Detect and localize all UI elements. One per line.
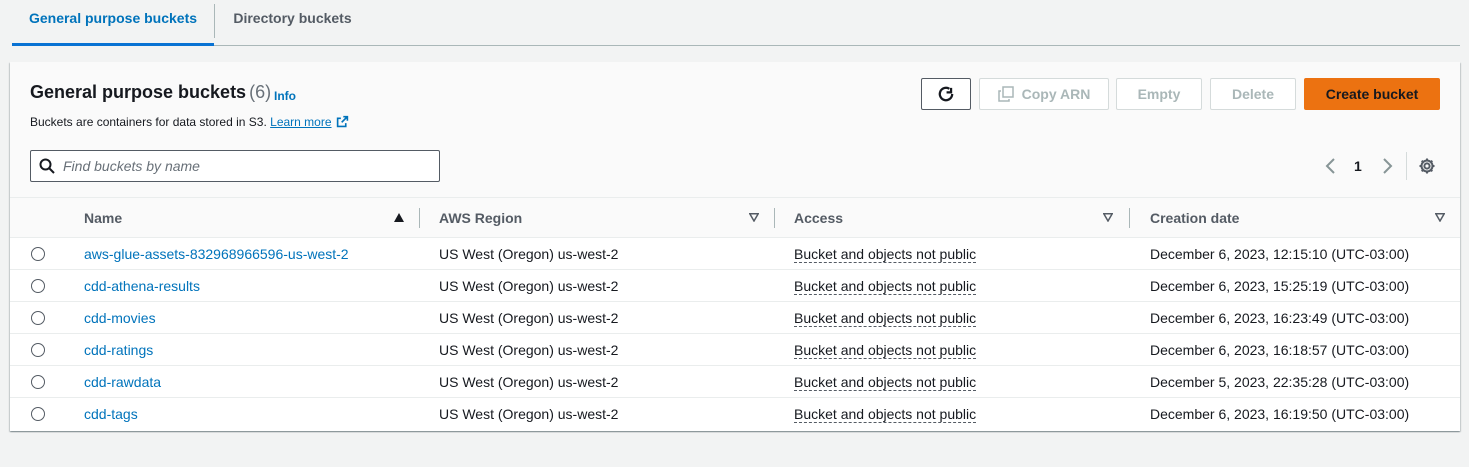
page-number[interactable]: 1 (1354, 158, 1362, 174)
region-cell: US West (Oregon) us-west-2 (439, 342, 619, 358)
access-status[interactable]: Bucket and objects not public (794, 374, 977, 391)
column-divider[interactable] (774, 208, 775, 228)
creation-date-cell: December 6, 2023, 16:23:49 (UTC-03:00) (1150, 310, 1410, 326)
row-select-radio[interactable] (31, 311, 45, 325)
panel-header: General purpose buckets (6) Info Buckets … (10, 62, 1460, 198)
learn-more-link[interactable]: Learn more (270, 115, 348, 129)
region-cell: US West (Oregon) us-west-2 (439, 278, 619, 294)
creation-date-cell: December 6, 2023, 15:25:19 (UTC-03:00) (1150, 278, 1410, 294)
access-cell: Bucket and objects not public (794, 238, 977, 270)
column-divider[interactable] (1129, 208, 1130, 228)
table-header: Name AWS Region Access Creation date (10, 198, 1460, 238)
column-header-creation-date[interactable]: Creation date (1150, 198, 1239, 238)
bucket-name-cell: cdd-athena-results (84, 270, 200, 302)
create-bucket-button[interactable]: Create bucket (1304, 78, 1440, 110)
bucket-type-tabs: General purpose buckets Directory bucket… (12, 0, 1460, 46)
buckets-table-body: aws-glue-assets-832968966596-us-west-2 U… (10, 238, 1460, 430)
access-cell: Bucket and objects not public (794, 302, 977, 334)
tab-general-purpose-buckets[interactable]: General purpose buckets (12, 0, 214, 46)
copy-icon (997, 86, 1014, 102)
access-cell: Bucket and objects not public (794, 398, 977, 430)
sort-caret-icon[interactable] (749, 213, 759, 222)
row-select-radio[interactable] (31, 407, 45, 421)
copy-arn-label: Copy ARN (1021, 86, 1091, 102)
region-cell: US West (Oregon) us-west-2 (439, 406, 619, 422)
tab-directory-buckets[interactable]: Directory buckets (214, 4, 370, 38)
bucket-name-cell: aws-glue-assets-832968966596-us-west-2 (84, 238, 349, 270)
delete-button[interactable]: Delete (1210, 78, 1296, 110)
table-row: cdd-rawdata US West (Oregon) us-west-2 B… (10, 366, 1460, 398)
page-title: General purpose buckets (6) (30, 82, 271, 103)
creation-date-cell: December 6, 2023, 16:18:57 (UTC-03:00) (1150, 342, 1410, 358)
creation-date-cell: December 6, 2023, 12:15:10 (UTC-03:00) (1150, 246, 1410, 262)
bucket-name-link[interactable]: cdd-ratings (84, 342, 153, 358)
chevron-left-icon[interactable] (1324, 157, 1338, 175)
sort-caret-icon[interactable] (1103, 213, 1113, 222)
description-text: Buckets are containers for data stored i… (30, 115, 267, 129)
creation-date-cell: December 5, 2023, 22:35:28 (UTC-03:00) (1150, 374, 1410, 390)
info-link[interactable]: Info (274, 89, 296, 103)
access-cell: Bucket and objects not public (794, 334, 977, 366)
table-row: cdd-movies US West (Oregon) us-west-2 Bu… (10, 302, 1460, 334)
column-divider[interactable] (419, 208, 420, 228)
access-status[interactable]: Bucket and objects not public (794, 278, 977, 295)
search-icon (39, 158, 55, 174)
bucket-name-link[interactable]: cdd-movies (84, 310, 156, 326)
row-select-radio[interactable] (31, 247, 45, 261)
access-status[interactable]: Bucket and objects not public (794, 342, 977, 359)
gear-icon[interactable] (1418, 157, 1436, 175)
bucket-name-link[interactable]: aws-glue-assets-832968966596-us-west-2 (84, 246, 349, 262)
bucket-name-link[interactable]: cdd-tags (84, 406, 138, 422)
external-link-icon (336, 115, 348, 128)
access-status[interactable]: Bucket and objects not public (794, 406, 977, 423)
chevron-right-icon[interactable] (1380, 157, 1394, 175)
access-cell: Bucket and objects not public (794, 366, 977, 398)
refresh-button[interactable] (921, 78, 971, 110)
panel-description: Buckets are containers for data stored i… (30, 115, 349, 129)
sort-caret-icon[interactable] (1435, 213, 1445, 222)
bucket-name-cell: cdd-rawdata (84, 366, 161, 398)
region-cell: US West (Oregon) us-west-2 (439, 246, 619, 262)
empty-button[interactable]: Empty (1116, 78, 1202, 110)
access-cell: Bucket and objects not public (794, 270, 977, 302)
title-text: General purpose buckets (30, 82, 247, 102)
access-status[interactable]: Bucket and objects not public (794, 310, 977, 327)
copy-arn-button[interactable]: Copy ARN (979, 78, 1109, 110)
column-header-name[interactable]: Name (84, 198, 122, 238)
row-select-radio[interactable] (31, 279, 45, 293)
refresh-icon (938, 86, 954, 102)
table-row: cdd-ratings US West (Oregon) us-west-2 B… (10, 334, 1460, 366)
search-field (30, 150, 440, 182)
bucket-name-cell: cdd-tags (84, 398, 138, 430)
bucket-name-cell: cdd-movies (84, 302, 156, 334)
row-select-radio[interactable] (31, 375, 45, 389)
bucket-name-link[interactable]: cdd-athena-results (84, 278, 200, 294)
region-cell: US West (Oregon) us-west-2 (439, 374, 619, 390)
pager-divider (1406, 152, 1407, 180)
table-row: cdd-athena-results US West (Oregon) us-w… (10, 270, 1460, 302)
buckets-panel: General purpose buckets (6) Info Buckets … (10, 62, 1460, 431)
bucket-name-cell: cdd-ratings (84, 334, 153, 366)
table-row: aws-glue-assets-832968966596-us-west-2 U… (10, 238, 1460, 270)
row-select-radio[interactable] (31, 343, 45, 357)
column-header-region[interactable]: AWS Region (439, 198, 522, 238)
bucket-count: (6) (249, 82, 272, 102)
region-cell: US West (Oregon) us-west-2 (439, 310, 619, 326)
access-status[interactable]: Bucket and objects not public (794, 246, 977, 263)
creation-date-cell: December 6, 2023, 16:19:50 (UTC-03:00) (1150, 406, 1410, 422)
bucket-name-link[interactable]: cdd-rawdata (84, 374, 161, 390)
search-input[interactable] (63, 151, 433, 181)
column-header-access[interactable]: Access (794, 198, 843, 238)
sort-ascending-icon[interactable] (394, 213, 404, 222)
table-row: cdd-tags US West (Oregon) us-west-2 Buck… (10, 398, 1460, 430)
